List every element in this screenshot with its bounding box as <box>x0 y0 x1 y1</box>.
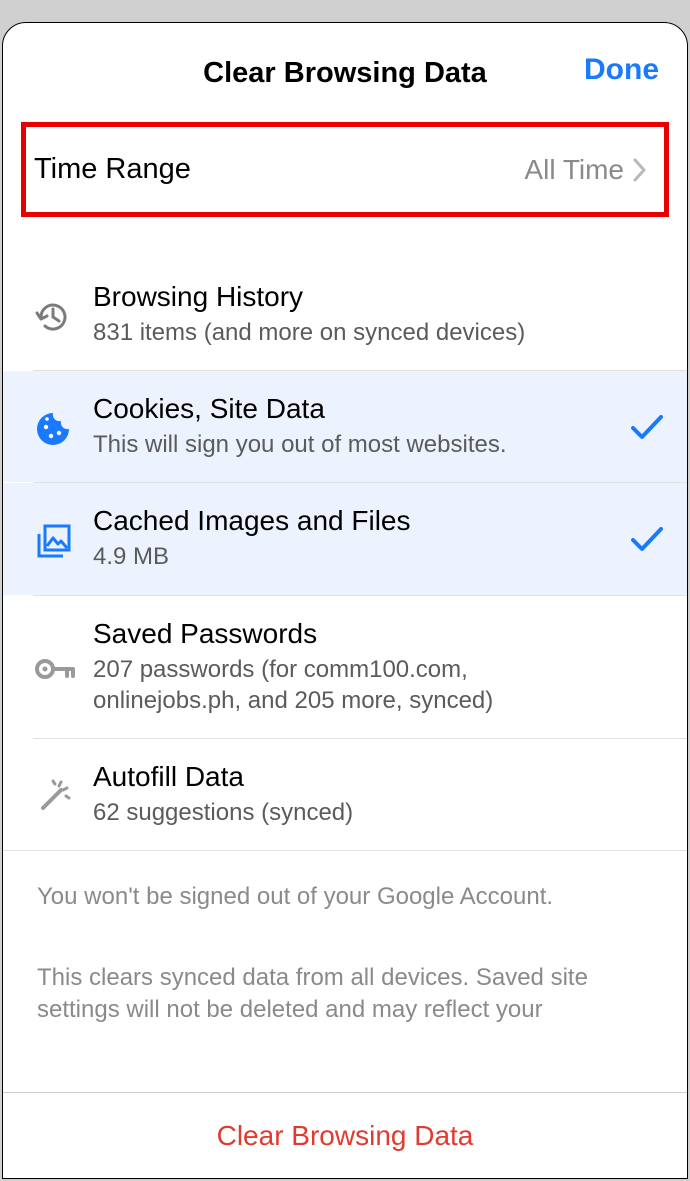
row-title: Browsing History <box>93 281 619 313</box>
footnote-signed-in: You won't be signed out of your Google A… <box>37 881 653 913</box>
time-range-value: All Time <box>524 154 624 186</box>
cookie-icon <box>33 405 93 449</box>
time-range-row[interactable]: Time Range All Time <box>21 122 669 217</box>
row-title: Saved Passwords <box>93 618 619 650</box>
row-browsing-history[interactable]: Browsing History 831 items (and more on … <box>3 259 687 370</box>
checkmark-icon <box>619 524 665 554</box>
data-type-list: Browsing History 831 items (and more on … <box>3 259 687 1074</box>
clear-browsing-data-sheet: Clear Browsing Data Done Time Range All … <box>2 22 688 1179</box>
sheet-header: Clear Browsing Data Done <box>3 23 687 122</box>
row-subtitle: 4.9 MB <box>93 541 619 572</box>
row-saved-passwords[interactable]: Saved Passwords 207 passwords (for comm1… <box>3 596 687 738</box>
clear-browsing-data-button[interactable]: Clear Browsing Data <box>217 1120 474 1152</box>
row-title: Autofill Data <box>93 761 619 793</box>
bottom-toolbar: Clear Browsing Data <box>3 1092 687 1178</box>
row-cookies[interactable]: Cookies, Site Data This will sign you ou… <box>3 371 687 482</box>
time-range-label: Time Range <box>34 153 191 186</box>
footnote-sync-info: This clears synced data from all devices… <box>37 962 653 1027</box>
row-cached-images[interactable]: Cached Images and Files 4.9 MB <box>3 483 687 594</box>
row-subtitle: This will sign you out of most websites. <box>93 429 619 460</box>
row-subtitle: 207 passwords (for comm100.com, onlinejo… <box>93 654 619 716</box>
images-icon <box>33 516 93 562</box>
row-autofill[interactable]: Autofill Data 62 suggestions (synced) <box>3 739 687 850</box>
wand-icon <box>33 772 93 818</box>
row-title: Cached Images and Files <box>93 505 619 537</box>
history-icon <box>33 293 93 337</box>
key-icon <box>33 645 93 689</box>
done-button[interactable]: Done <box>584 53 659 87</box>
row-subtitle: 831 items (and more on synced devices) <box>93 317 619 348</box>
row-subtitle: 62 suggestions (synced) <box>93 797 619 828</box>
chevron-right-icon <box>632 157 648 183</box>
sheet-title: Clear Browsing Data <box>203 57 487 89</box>
row-title: Cookies, Site Data <box>93 393 619 425</box>
checkmark-icon <box>619 412 665 442</box>
